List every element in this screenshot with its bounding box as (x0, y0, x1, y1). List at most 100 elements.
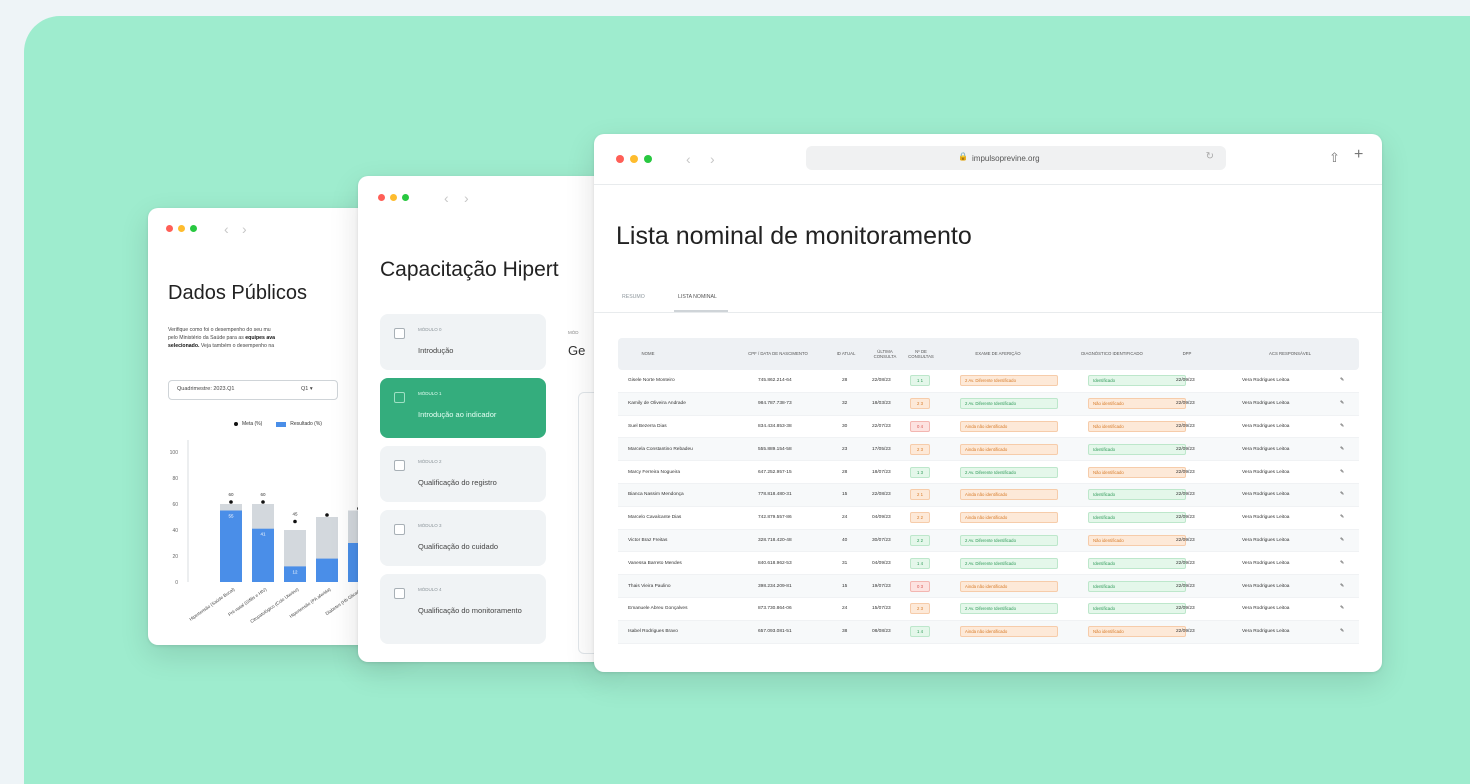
cell-nome-text: Marcy Ferreira Nogueira (628, 469, 680, 475)
window-lista-nominal: ‹ › 🔒 impulsoprevine.org ↻ ⇧ + Lista nom… (594, 134, 1382, 672)
table-row[interactable]: Vanessa Barreto Mendes 840.618.962-53 31 04… (618, 552, 1359, 576)
close-dot[interactable] (378, 194, 385, 201)
module-card-3[interactable]: MÓDULO 3 Qualificação do cuidado (380, 510, 546, 566)
checkbox[interactable] (394, 328, 405, 339)
edit-icon[interactable]: ✎ (1340, 621, 1344, 643)
module-card-4[interactable]: MÓDULO 4 Qualificação do monitoramento (380, 574, 546, 644)
col-exame[interactable]: EXAME DE AFERIÇÃO (968, 338, 1028, 370)
minimize-dot[interactable] (630, 155, 638, 163)
col-diagnostico[interactable]: DIAGNÓSTICO IDENTIFICADO (1080, 338, 1144, 370)
cell-dpp-text: 22/09/23 (1176, 560, 1195, 566)
minimize-dot[interactable] (178, 225, 185, 232)
table-row[interactable]: Bianca Nassim Mendonça 778.818.480-31 15 22… (618, 483, 1359, 507)
reload-icon[interactable]: ↻ (1206, 151, 1214, 162)
cell-cpf-text: 742.879.557-86 (758, 515, 792, 521)
col-dpp[interactable]: DPP (1172, 338, 1202, 370)
cell-nome-text: Vanessa Barreto Mendes (628, 560, 682, 566)
table-row[interactable]: Kamily de Oliveira Andrade 984.787.738-73… (618, 392, 1359, 416)
cell-ultima-consulta: 15/07/23 (872, 598, 891, 620)
forward-chevron-icon[interactable]: › (242, 222, 247, 236)
back-chevron-icon[interactable]: ‹ (444, 191, 449, 205)
cell-id: 30 (842, 416, 847, 438)
table-row[interactable]: Gisele Norte Monteiro 745.862.214-64 28 22/… (618, 370, 1359, 393)
back-chevron-icon[interactable]: ‹ (224, 222, 229, 236)
checkbox[interactable] (394, 524, 405, 535)
forward-chevron-icon[interactable]: › (464, 191, 469, 205)
cell-nome: Thais Vieira Paulino (628, 575, 671, 597)
share-icon[interactable]: ⇧ (1329, 150, 1340, 166)
edit-icon[interactable]: ✎ (1340, 393, 1344, 415)
cell-ultima-consulta-text: 19/07/23 (872, 583, 891, 589)
cell-ultima-consulta-text: 22/07/23 (872, 423, 891, 429)
meta-point-3 (325, 513, 329, 517)
cell-diagnostico: Não identificado (1088, 416, 1186, 438)
edit-icon[interactable]: ✎ (1340, 552, 1344, 574)
cell-id-text: 38 (842, 629, 848, 635)
maximize-dot[interactable] (402, 194, 409, 201)
maximize-dot[interactable] (644, 155, 652, 163)
address-bar[interactable]: 🔒 impulsoprevine.org ↻ (806, 146, 1226, 170)
cell-cpf: 873.730.864-06 (758, 598, 792, 620)
meta-point-0 (229, 500, 233, 504)
meta-point-1 (261, 500, 265, 504)
cell-acs: Vera Rodrigues Leitoa (1242, 552, 1289, 574)
meta-value-label: 45 (292, 512, 298, 517)
checkbox[interactable] (394, 392, 405, 403)
col-cpf[interactable]: CPF / DATA DE NASCIMENTO (748, 338, 808, 370)
quadrimestre-select[interactable]: Quadrimestre: 2023.Q1 Q1 ▾ (168, 380, 338, 400)
edit-icon[interactable]: ✎ (1340, 438, 1344, 460)
close-dot[interactable] (166, 225, 173, 232)
new-tab-icon[interactable]: + (1354, 146, 1363, 164)
tab-resumo[interactable]: RESUMO (622, 294, 645, 300)
col-ultima-consulta[interactable]: ÚLTIMA CONSULTA (867, 338, 903, 370)
cell-dpp: 22/09/23 (1176, 370, 1195, 392)
col-id[interactable]: ID ATUAL (836, 338, 856, 370)
chart-legend: Meta (%) Resultado (%) (234, 421, 322, 427)
cell-dpp: 22/09/23 (1176, 416, 1195, 438)
cell-diagnostico: Não identificado (1088, 461, 1186, 483)
cell-ultima-consulta: 19/07/23 (872, 575, 891, 597)
cell-exame-badge: Ainda não identificado (960, 626, 1058, 638)
cell-ultima-consulta: 17/05/23 (872, 438, 891, 460)
cell-exame: 2 Av. Diferente Identificado (960, 552, 1058, 574)
cell-diagnostico-badge: Não identificado (1088, 626, 1186, 638)
checkbox[interactable] (394, 460, 405, 471)
cell-id-text: 32 (842, 401, 848, 407)
edit-icon[interactable]: ✎ (1340, 507, 1344, 529)
cell-dpp-text: 22/09/23 (1176, 378, 1195, 384)
minimize-dot[interactable] (390, 194, 397, 201)
cell-acs: Vera Rodrigues Leitoa (1242, 575, 1289, 597)
table-row[interactable]: Marcy Ferreira Nogueira 647.252.957-15 28 1… (618, 461, 1359, 484)
cell-cpf-text: 398.234.209-81 (758, 583, 792, 589)
col-nome[interactable]: NOME (618, 338, 678, 370)
module-card-2[interactable]: MÓDULO 2 Qualificação do registro (380, 446, 546, 502)
checkbox[interactable] (394, 588, 405, 599)
table-row[interactable]: Victor Braz Freitas 328.718.420-48 40 30/07… (618, 529, 1359, 553)
col-acs[interactable]: ACS RESPONSÁVEL (1250, 338, 1330, 370)
table-row[interactable]: Emanuele Abreu Gonçalves 873.730.864-06 24… (618, 598, 1359, 621)
edit-icon[interactable]: ✎ (1340, 461, 1344, 483)
edit-icon[interactable]: ✎ (1340, 530, 1344, 552)
table-row[interactable]: Marcelo Cavalcante Dias 742.879.557-86 24 0… (618, 507, 1359, 530)
close-dot[interactable] (616, 155, 624, 163)
table-row[interactable]: Isabel Rodrigues Bravo 657.093.081-51 38 08… (618, 620, 1359, 644)
edit-icon[interactable]: ✎ (1340, 575, 1344, 597)
edit-icon[interactable]: ✎ (1340, 416, 1344, 438)
edit-icon[interactable]: ✎ (1340, 598, 1344, 620)
table-row[interactable]: Marcela Constantino Rebadeu 555.889.154-5… (618, 438, 1359, 462)
forward-chevron-icon[interactable]: › (710, 152, 715, 166)
legend-result-marker (276, 421, 287, 427)
edit-icon[interactable]: ✎ (1340, 370, 1344, 392)
module-card-1[interactable]: MÓDULO 1 Introdução ao indicador (380, 378, 546, 438)
col-num-consultas[interactable]: Nº DE CONSULTAS (904, 338, 938, 370)
module-card-0[interactable]: MÓDULO 0 Introdução (380, 314, 546, 370)
maximize-dot[interactable] (190, 225, 197, 232)
cell-acs: Vera Rodrigues Leitoa (1242, 621, 1289, 643)
cell-acs-text: Vera Rodrigues Leitoa (1242, 446, 1290, 452)
tab-lista-nominal[interactable]: LISTA NOMINAL (678, 294, 717, 300)
edit-icon[interactable]: ✎ (1340, 484, 1344, 506)
back-chevron-icon[interactable]: ‹ (686, 152, 691, 166)
table-row[interactable]: Suel Bezerra Dias 834.434.853-38 30 22/07/2… (618, 416, 1359, 439)
cell-nome-text: Gisele Norte Monteiro (628, 378, 675, 384)
table-row[interactable]: Thais Vieira Paulino 398.234.209-81 15 19/0… (618, 575, 1359, 598)
